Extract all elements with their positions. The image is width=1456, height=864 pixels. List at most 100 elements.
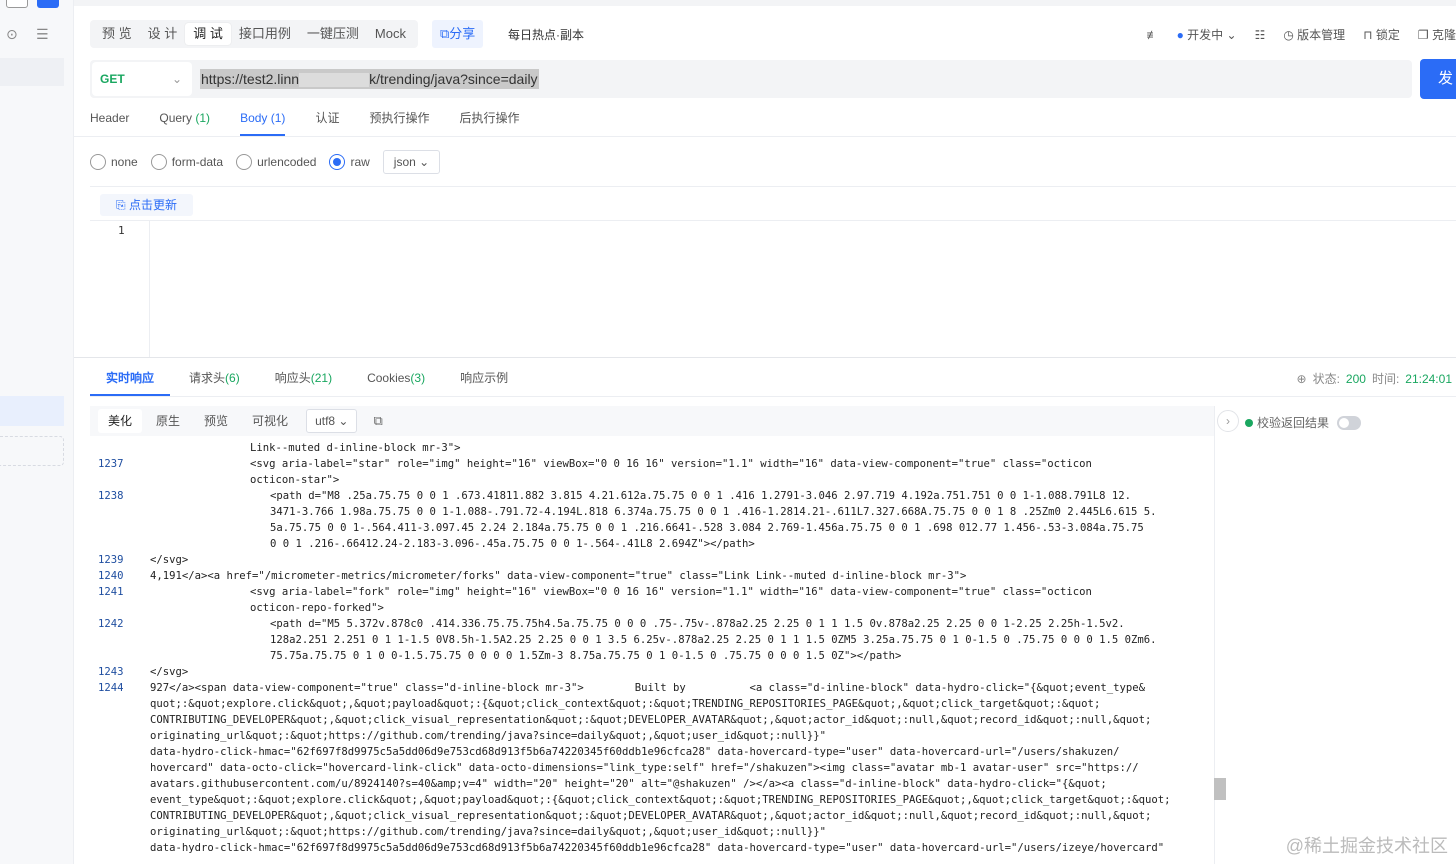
- tab-request-3[interactable]: 认证: [315, 104, 339, 136]
- code-line: 1241 <svg aria-label="fork" role="img" he…: [90, 584, 1214, 600]
- code-text: hovercard" data-octo-click="hovercard-li…: [150, 762, 1139, 774]
- validation-panel: › 校验返回结果: [1214, 406, 1456, 864]
- code-line: 0 0 1 .216-.66412.24-2.183-3.096-.45a.75…: [90, 536, 1214, 552]
- code-line: hovercard" data-octo-click="hovercard-li…: [90, 760, 1214, 776]
- url-input[interactable]: https://test2.linn k/trending/java?since=…: [200, 69, 539, 89]
- chevron-right-icon[interactable]: ›: [1217, 410, 1239, 432]
- rail-drop-zone[interactable]: [0, 436, 64, 466]
- radio-circle[interactable]: [150, 154, 167, 170]
- add-button[interactable]: [37, 0, 59, 8]
- status-dot-icon: [1245, 418, 1253, 427]
- tab-label: Query: [159, 111, 193, 125]
- code-line: originating_url&quot;:&quot;https://gith…: [90, 824, 1214, 840]
- code-text: 0 0 1 .216-.66412.24-2.183-3.096-.45a.75…: [270, 538, 755, 550]
- doc-name[interactable]: 每日热点·副本: [508, 26, 584, 43]
- code-text: </svg>: [150, 554, 189, 566]
- edit-icon[interactable]: ≢: [1147, 28, 1159, 42]
- tab-response-3[interactable]: Cookies(3): [351, 362, 441, 396]
- radio-circle[interactable]: [90, 154, 106, 170]
- tab-mode-3[interactable]: 接口用例: [231, 23, 299, 45]
- tab-label: Header: [90, 111, 130, 125]
- tab-count: (21): [310, 371, 333, 385]
- rail-search-area[interactable]: [0, 58, 64, 86]
- code-text: <path d="M8 .25a.75.75 0 0 1 .673.41811.…: [270, 490, 1132, 502]
- divider: [74, 357, 1456, 358]
- outline-icon[interactable]: ☷: [1255, 28, 1266, 42]
- code-line: 1237 <svg aria-label="star" role="img" he…: [90, 456, 1214, 472]
- divider: [90, 186, 1456, 187]
- env-selector[interactable]: ● 开发中 ⌄: [1177, 26, 1237, 43]
- tab-label: 请求头: [189, 371, 226, 385]
- format-button-1[interactable]: 原生: [146, 409, 190, 433]
- code-line: CONTRIBUTING_DEVELOPER&quot;,&quot;click…: [90, 808, 1214, 824]
- tab-response-2[interactable]: 响应头(21): [259, 362, 348, 396]
- tab-label: Cookies: [367, 371, 411, 385]
- code-text: 5a.75.75 0 0 1-.564.411-3.097.45 2.24 2.…: [270, 522, 1144, 534]
- tab-request-4[interactable]: 预执行操作: [369, 104, 429, 136]
- format-label: json: [393, 155, 416, 169]
- tab-request-1[interactable]: Query (1): [159, 104, 210, 136]
- env-label: 开发中: [1187, 28, 1224, 42]
- radio-circle[interactable]: [236, 154, 253, 170]
- url-end: k/trending/java?since=daily: [369, 71, 538, 87]
- validate-toggle-row: 校验返回结果: [1245, 414, 1362, 431]
- tab-response-0[interactable]: 实时响应: [90, 362, 171, 396]
- body-option-urlencoded[interactable]: urlencoded: [236, 154, 316, 170]
- code-text: <svg aria-label="fork" role="img" height…: [250, 586, 1092, 598]
- code-text: 4,191</a><a href="/micrometer-metrics/mi…: [150, 570, 967, 582]
- tab-mode-2[interactable]: 调 试: [185, 23, 231, 45]
- rail-selected-item[interactable]: [0, 396, 64, 426]
- tab-label: 响应示例: [460, 371, 509, 385]
- body-editor[interactable]: 1: [90, 220, 1456, 357]
- lock-button[interactable]: ⊓ 锁定: [1363, 26, 1400, 43]
- body-option-raw[interactable]: raw: [329, 154, 370, 170]
- copy-icon[interactable]: ⧉: [373, 413, 382, 429]
- radio-circle[interactable]: [329, 154, 346, 170]
- tab-mode-4[interactable]: 一键压测: [299, 23, 367, 45]
- lock-label: 锁定: [1375, 28, 1400, 42]
- scrollbar[interactable]: [1214, 778, 1226, 800]
- share-button[interactable]: ⧉分享: [432, 20, 484, 48]
- code-line: CONTRIBUTING_DEVELOPER&quot;,&quot;click…: [90, 712, 1214, 728]
- body-option-none[interactable]: none: [90, 154, 138, 170]
- tab-mode-1[interactable]: 设 计: [140, 23, 186, 45]
- tab-request-2[interactable]: Body (1): [240, 104, 286, 136]
- code-text: originating_url&quot;:&quot;https://gith…: [150, 826, 827, 838]
- clone-button[interactable]: ❐ 克隆: [1418, 26, 1456, 43]
- tab-mode-0[interactable]: 预 览: [94, 23, 140, 45]
- code-line: 1238 <path d="M8 .25a.75.75 0 0 1 .673.41…: [90, 488, 1214, 504]
- method-select[interactable]: GET ⌄: [92, 62, 192, 96]
- tab-response-4[interactable]: 响应示例: [444, 362, 524, 396]
- send-button[interactable]: 发: [1420, 59, 1456, 99]
- request-tabs: Header Query (1) Body (1) 认证 预执行操作 后执行操作: [90, 104, 549, 136]
- collapse-button[interactable]: [6, 0, 28, 8]
- format-button-3[interactable]: 可视化: [242, 409, 298, 433]
- code-line: 1243 </svg>: [90, 664, 1214, 680]
- validate-toggle[interactable]: [1337, 415, 1362, 430]
- line-number: 1240: [98, 570, 124, 582]
- chevron-down-icon: ⌄: [171, 72, 182, 86]
- tab-response-1[interactable]: 请求头(6): [173, 362, 256, 396]
- tab-request-0[interactable]: Header: [90, 104, 129, 136]
- update-button[interactable]: ⎘ 点击更新: [100, 194, 193, 216]
- list-toggle-icon[interactable]: ☰: [36, 26, 49, 43]
- tab-count: (6): [225, 371, 240, 385]
- format-button-0[interactable]: 美化: [98, 409, 143, 433]
- code-text: data-hydro-click-hmac="62f697f8d9975c5a5…: [150, 842, 1165, 854]
- radio-label: raw: [350, 155, 370, 169]
- code-text: 927</a><span data-view-component="true" …: [150, 682, 1145, 694]
- format-button-2[interactable]: 预览: [194, 409, 238, 433]
- body-option-form-data[interactable]: form-data: [150, 154, 223, 170]
- radio-label: none: [111, 155, 138, 169]
- tab-count: (1): [270, 111, 286, 125]
- encoding-select[interactable]: utf8 ⌄: [306, 409, 358, 433]
- version-button[interactable]: ◷ 版本管理: [1283, 26, 1345, 43]
- code-line: quot;:&quot;explore.click&quot;,&quot;pa…: [90, 696, 1214, 712]
- tab-request-5[interactable]: 后执行操作: [459, 104, 519, 136]
- tab-mode-5[interactable]: Mock: [367, 23, 414, 45]
- code-text: 128a2.251 2.251 0 1 1-1.5 0V8.5h-1.5A2.2…: [270, 634, 1157, 646]
- target-icon[interactable]: ⊙: [6, 26, 18, 43]
- body-format-select[interactable]: json ⌄: [382, 150, 441, 174]
- tab-label: Body: [240, 111, 268, 125]
- line-number: 1239: [98, 554, 124, 566]
